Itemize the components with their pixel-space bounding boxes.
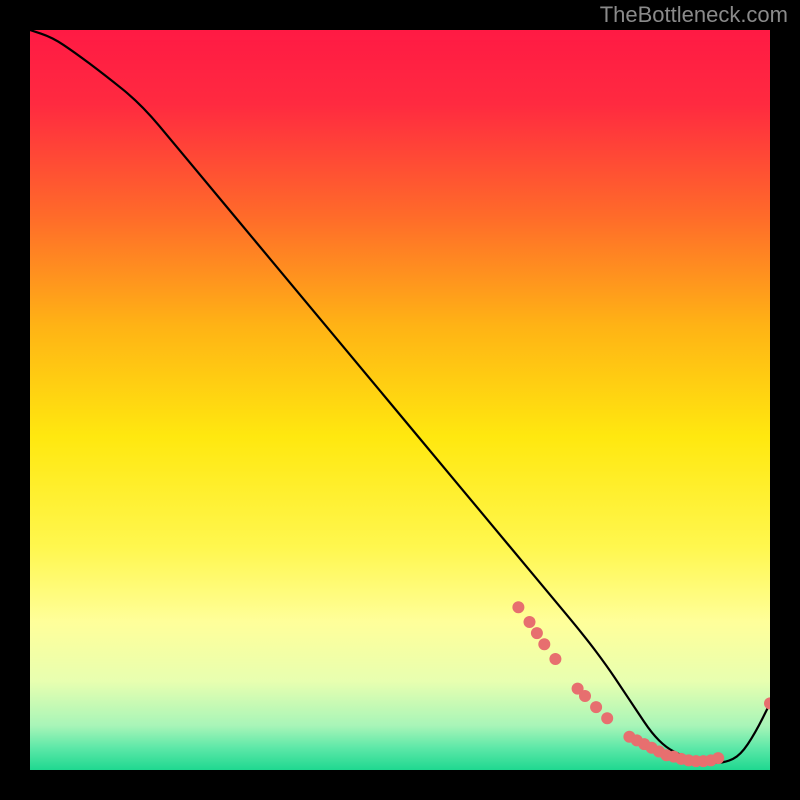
watermark-text: TheBottleneck.com bbox=[600, 2, 788, 28]
data-marker bbox=[764, 697, 770, 709]
data-marker bbox=[579, 690, 591, 702]
data-marker bbox=[538, 638, 550, 650]
chart-container: TheBottleneck.com bbox=[0, 0, 800, 800]
data-marker bbox=[524, 616, 536, 628]
curve-layer bbox=[30, 30, 770, 770]
data-marker bbox=[712, 752, 724, 764]
data-marker bbox=[512, 601, 524, 613]
data-marker bbox=[590, 701, 602, 713]
data-marker bbox=[601, 712, 613, 724]
data-markers bbox=[512, 601, 770, 767]
data-marker bbox=[549, 653, 561, 665]
bottleneck-curve bbox=[30, 30, 770, 763]
data-marker bbox=[531, 627, 543, 639]
plot-area bbox=[30, 30, 770, 770]
